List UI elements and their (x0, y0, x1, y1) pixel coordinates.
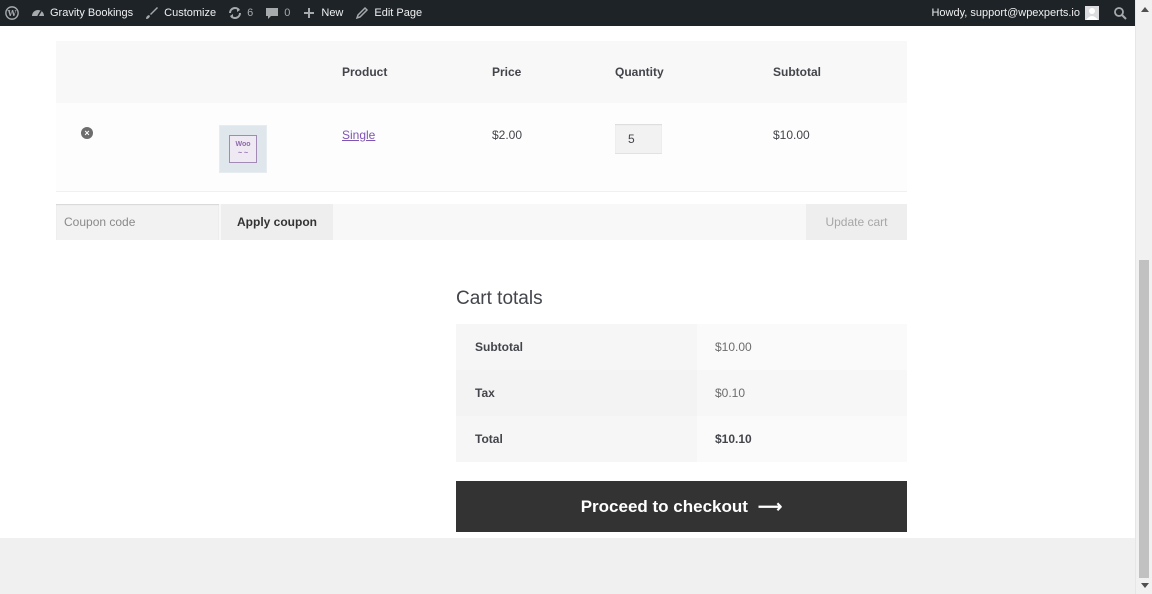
cart-table-header: Product Price Quantity Subtotal (56, 41, 907, 103)
customize-label: Customize (164, 7, 217, 19)
product-link[interactable]: Single (342, 128, 375, 142)
woo-placeholder-image: Woo ~ ~ (229, 135, 257, 163)
my-account-menu[interactable]: Howdy, support@wpexperts.io (925, 0, 1105, 26)
comment-icon (265, 6, 279, 20)
search-icon (1113, 6, 1127, 20)
totals-row-subtotal: Subtotal $10.00 (456, 324, 907, 370)
customize-link[interactable]: Customize (139, 0, 222, 26)
page-footer (0, 538, 1135, 594)
comments-count: 0 (284, 7, 291, 19)
updates-count: 6 (247, 7, 254, 19)
totals-row-tax: Tax $0.10 (456, 370, 907, 416)
new-content-menu[interactable]: New (296, 0, 349, 26)
proceed-to-checkout-button[interactable]: Proceed to checkout ⟶ (456, 481, 907, 532)
svg-text:W: W (7, 9, 17, 18)
header-subtotal: Subtotal (773, 65, 821, 79)
apply-coupon-button[interactable]: Apply coupon (221, 204, 333, 240)
coupon-code-input[interactable] (56, 204, 219, 240)
site-name-menu[interactable]: Gravity Bookings (25, 0, 139, 26)
totals-value: $10.10 (697, 416, 907, 462)
updates-icon (228, 6, 242, 20)
cart-totals-title: Cart totals (456, 288, 543, 309)
product-thumbnail[interactable]: Woo ~ ~ (219, 125, 267, 173)
item-subtotal: $10.00 (773, 128, 810, 142)
comments-link[interactable]: 0 (259, 0, 296, 26)
plus-icon (302, 6, 316, 20)
thumb-subtext: ~ ~ (237, 150, 249, 157)
brush-icon (145, 6, 159, 20)
avatar (1085, 6, 1099, 20)
update-cart-button[interactable]: Update cart (806, 204, 907, 240)
cart-actions: Apply coupon Update cart (56, 204, 907, 240)
admin-search-button[interactable] (1105, 0, 1135, 26)
scroll-down-icon[interactable] (1136, 577, 1152, 594)
scroll-up-icon[interactable] (1136, 0, 1152, 17)
header-quantity: Quantity (615, 65, 664, 79)
header-product: Product (342, 65, 388, 79)
cart-totals-table: Subtotal $10.00 Tax $0.10 Total $10.10 (456, 324, 907, 462)
page-scrollbar[interactable] (1135, 0, 1152, 594)
remove-item-icon[interactable]: × (81, 127, 93, 139)
item-price: $2.00 (492, 128, 523, 142)
pencil-icon (355, 6, 369, 20)
edit-page-link[interactable]: Edit Page (349, 0, 428, 26)
edit-page-label: Edit Page (374, 7, 423, 19)
totals-value: $10.00 (697, 324, 907, 370)
checkout-label: Proceed to checkout (580, 496, 748, 516)
new-label: New (321, 7, 344, 19)
totals-label: Tax (456, 370, 697, 416)
table-row: × Woo ~ ~ Single $2.00 $10.00 (56, 103, 907, 192)
totals-label: Subtotal (456, 324, 697, 370)
totals-row-total: Total $10.10 (456, 416, 907, 462)
header-price: Price (492, 65, 522, 79)
scrollbar-thumb[interactable] (1139, 260, 1149, 578)
updates-link[interactable]: 6 (222, 0, 259, 26)
dashboard-icon (31, 6, 45, 20)
thumb-text: Woo (235, 141, 251, 148)
quantity-input[interactable] (615, 124, 662, 154)
cart-table: Product Price Quantity Subtotal × Woo ~ … (56, 41, 907, 192)
wordpress-logo-menu[interactable]: W (0, 0, 25, 26)
totals-label: Total (456, 416, 697, 462)
admin-bar: W Gravity Bookings Customize 6 0 New Edi… (0, 0, 1135, 26)
wordpress-logo-icon: W (5, 6, 19, 20)
howdy-label: Howdy, support@wpexperts.io (931, 7, 1080, 19)
admin-bar-right: Howdy, support@wpexperts.io (925, 0, 1135, 26)
totals-value: $0.10 (697, 370, 907, 416)
arrow-right-icon: ⟶ (757, 496, 783, 516)
site-name-label: Gravity Bookings (50, 7, 134, 19)
